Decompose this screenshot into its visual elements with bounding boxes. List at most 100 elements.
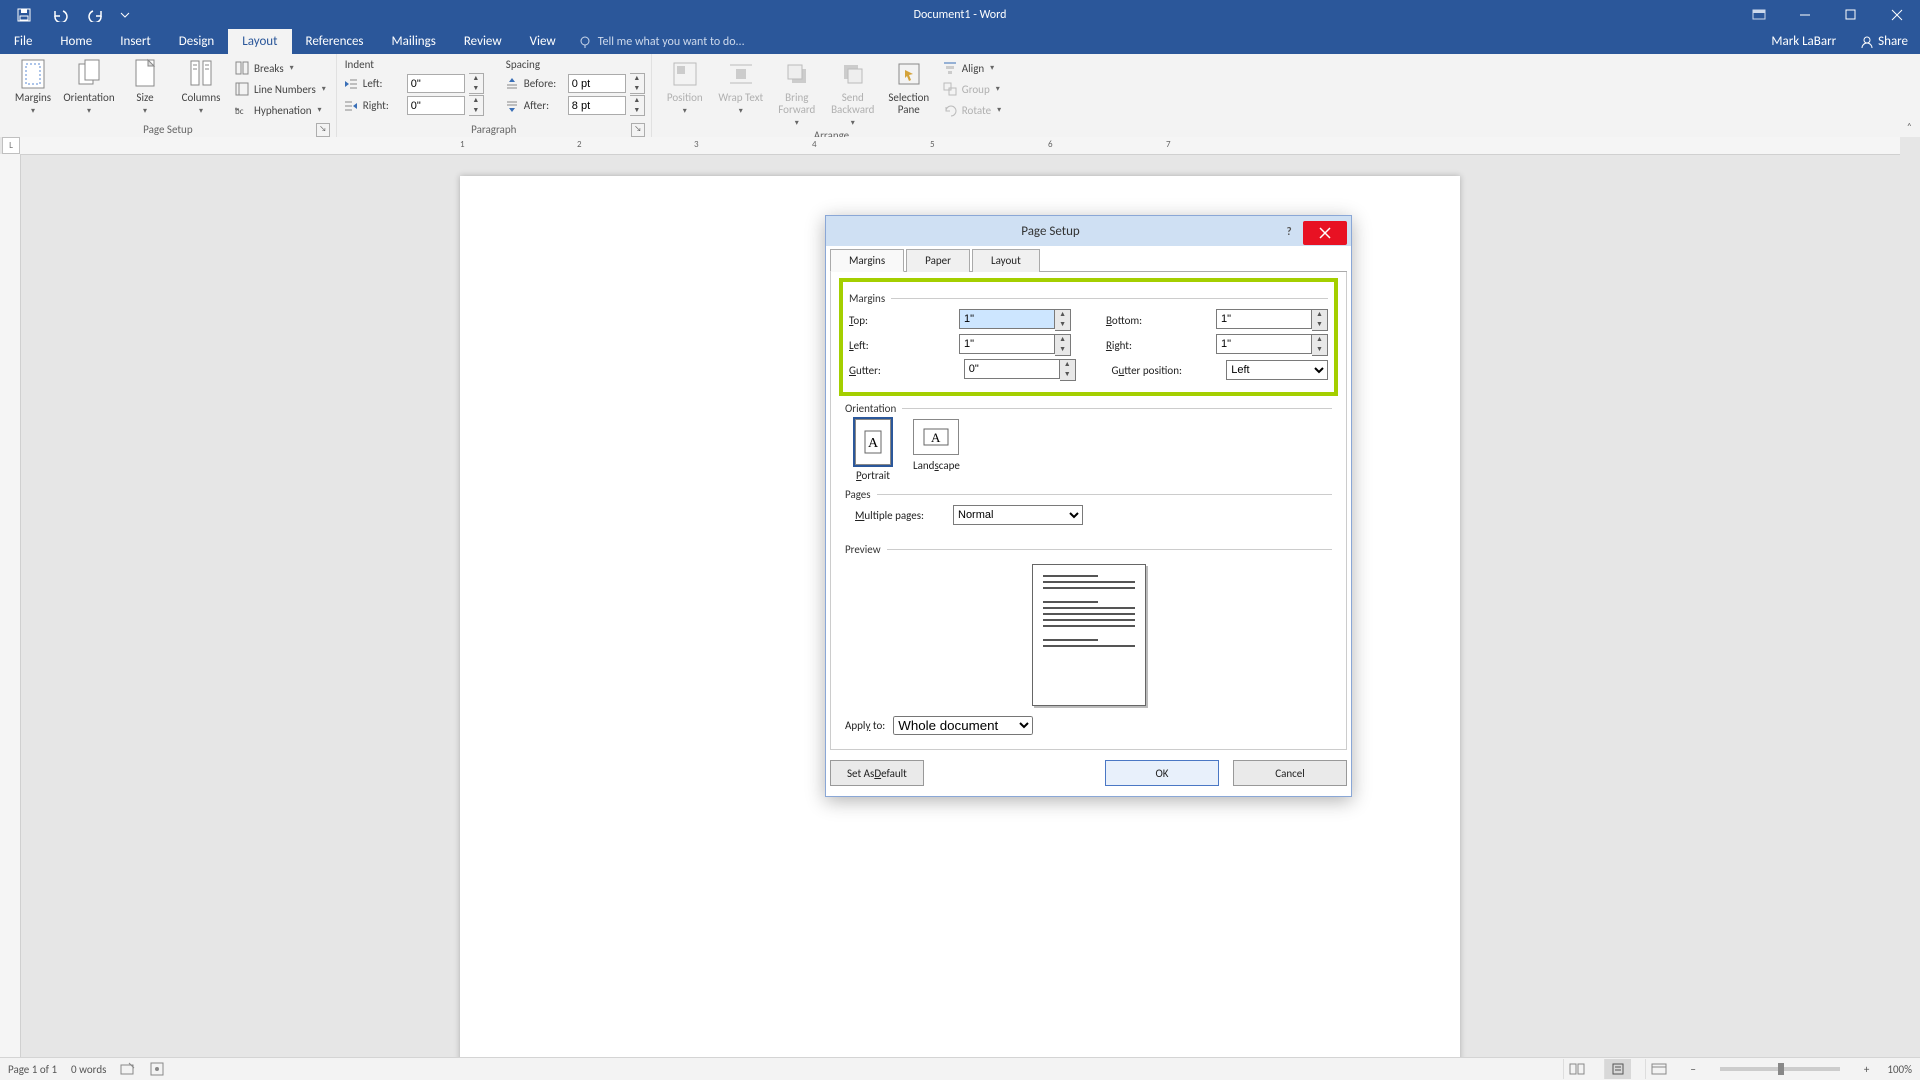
size-button[interactable]: Size▾: [118, 56, 172, 117]
cancel-button[interactable]: Cancel: [1233, 760, 1347, 786]
share-label: Share: [1878, 34, 1908, 49]
ribbon-display-options-icon[interactable]: [1736, 0, 1782, 29]
tab-design[interactable]: Design: [165, 29, 228, 54]
quick-access-toolbar: [0, 0, 132, 29]
horizontal-ruler[interactable]: L 1 2 3 4 5 6 7: [20, 137, 1900, 155]
spacing-after-input[interactable]: [568, 96, 626, 115]
orientation-landscape[interactable]: A Landscape: [913, 419, 960, 482]
margin-bottom-spinner[interactable]: ▲▼: [1312, 309, 1328, 331]
indent-heading: Indent: [345, 58, 484, 71]
set-as-default-button[interactable]: Set As Default: [830, 760, 924, 786]
margin-left-input[interactable]: [959, 334, 1055, 354]
indent-right-spinner[interactable]: ▲▼: [469, 95, 484, 116]
section-preview-label: Preview: [845, 543, 881, 556]
spacing-after-spinner[interactable]: ▲▼: [630, 95, 645, 116]
margin-top-input[interactable]: [959, 309, 1055, 329]
tab-insert[interactable]: Insert: [106, 29, 165, 54]
redo-icon[interactable]: [82, 0, 110, 29]
tab-review[interactable]: Review: [450, 29, 516, 54]
margin-bottom-input[interactable]: [1216, 309, 1312, 329]
maximize-icon[interactable]: [1828, 0, 1874, 29]
hyphenation-button[interactable]: bc Hyphenation▾: [230, 100, 330, 120]
account-user[interactable]: Mark LaBarr: [1759, 29, 1848, 54]
align-button[interactable]: Align▾: [938, 58, 1005, 78]
undo-icon[interactable]: [46, 0, 74, 29]
spacing-before-icon: [504, 76, 520, 92]
print-layout-icon[interactable]: [1604, 1059, 1631, 1079]
tab-mailings[interactable]: Mailings: [378, 29, 450, 54]
macro-icon[interactable]: [150, 1062, 164, 1076]
tab-selector[interactable]: L: [2, 137, 20, 154]
tell-me-search[interactable]: Tell me what you want to do...: [578, 29, 745, 54]
dialog-tabs: Margins Paper Layout: [830, 248, 1347, 272]
breaks-button[interactable]: Breaks▾: [230, 58, 330, 78]
dialog-tab-margins[interactable]: Margins: [830, 249, 904, 272]
status-page[interactable]: Page 1 of 1: [8, 1063, 57, 1076]
gutter-spinner[interactable]: ▲▼: [1060, 359, 1076, 381]
qat-customize-icon[interactable]: [118, 0, 132, 29]
indent-right-label: Right:: [363, 99, 403, 112]
zoom-level[interactable]: 100%: [1887, 1063, 1912, 1076]
orientation-button[interactable]: Orientation▾: [62, 56, 116, 117]
breaks-icon: [234, 60, 250, 76]
margin-left-spinner[interactable]: ▲▼: [1055, 334, 1071, 356]
spacing-after-label: After:: [524, 99, 564, 112]
dialog-close-icon[interactable]: [1303, 221, 1347, 245]
indent-left-label: Left:: [363, 77, 403, 90]
spacing-before-input[interactable]: [568, 74, 626, 93]
indent-right-input[interactable]: [407, 96, 465, 115]
tab-file[interactable]: File: [0, 29, 46, 54]
multiple-pages-select[interactable]: Normal: [953, 505, 1083, 525]
spacing-before-label: Before:: [524, 77, 564, 90]
vertical-ruler[interactable]: [0, 154, 21, 1058]
lightbulb-icon: [578, 35, 592, 49]
read-mode-icon[interactable]: [1563, 1059, 1590, 1079]
margins-icon: [17, 58, 49, 90]
zoom-slider[interactable]: [1720, 1067, 1840, 1071]
status-words[interactable]: 0 words: [71, 1063, 106, 1076]
paragraph-launcher[interactable]: ↘: [631, 123, 645, 137]
indent-left-input[interactable]: [407, 74, 465, 93]
tab-layout[interactable]: Layout: [228, 29, 291, 54]
dialog-titlebar[interactable]: Page Setup ?: [826, 216, 1351, 246]
bring-forward-button: Bring Forward▾: [770, 56, 824, 129]
line-numbers-button[interactable]: Line Numbers▾: [230, 79, 330, 99]
minimize-icon[interactable]: [1782, 0, 1828, 29]
tab-view[interactable]: View: [516, 29, 570, 54]
margin-top-spinner[interactable]: ▲▼: [1055, 309, 1071, 331]
tab-references[interactable]: References: [292, 29, 378, 54]
zoom-in-icon[interactable]: +: [1860, 1063, 1873, 1076]
ribbon: Margins▾ Orientation▾ Size▾ Columns▾ Bre…: [0, 54, 1920, 138]
rotate-button: Rotate▾: [938, 100, 1005, 120]
apply-to-select[interactable]: Whole document: [893, 716, 1033, 735]
ok-button[interactable]: OK: [1105, 760, 1219, 786]
save-icon[interactable]: [10, 0, 38, 29]
close-icon[interactable]: [1874, 0, 1920, 29]
dialog-tab-paper[interactable]: Paper: [906, 249, 970, 272]
svg-text:A: A: [868, 436, 879, 451]
columns-button[interactable]: Columns▾: [174, 56, 228, 117]
dialog-help-icon[interactable]: ?: [1275, 216, 1303, 246]
margin-right-spinner[interactable]: ▲▼: [1312, 334, 1328, 356]
spacing-before-spinner[interactable]: ▲▼: [630, 73, 645, 94]
page-setup-launcher[interactable]: ↘: [316, 123, 330, 137]
selection-pane-icon: [893, 58, 925, 90]
gutter-position-select[interactable]: Left: [1226, 360, 1328, 380]
collapse-ribbon-icon[interactable]: ˄: [1907, 120, 1912, 133]
margin-right-input[interactable]: [1216, 334, 1312, 354]
margins-button[interactable]: Margins▾: [6, 56, 60, 117]
spellcheck-icon[interactable]: [120, 1062, 136, 1076]
web-layout-icon[interactable]: [1645, 1059, 1672, 1079]
portrait-label: Portrait: [856, 469, 890, 482]
indent-left-spinner[interactable]: ▲▼: [469, 73, 484, 94]
selection-pane-button[interactable]: Selection Pane: [882, 56, 936, 116]
window-title: Document1 - Word: [0, 8, 1920, 22]
share-button[interactable]: Share: [1848, 29, 1920, 54]
gutter-input[interactable]: [964, 359, 1060, 379]
preview-area: [845, 564, 1332, 706]
zoom-out-icon[interactable]: −: [1686, 1063, 1699, 1076]
orientation-portrait[interactable]: A Portrait: [855, 419, 891, 482]
tab-home[interactable]: Home: [46, 29, 106, 54]
dialog-tab-layout[interactable]: Layout: [972, 249, 1040, 272]
group-label-paragraph: Paragraph: [471, 123, 516, 136]
